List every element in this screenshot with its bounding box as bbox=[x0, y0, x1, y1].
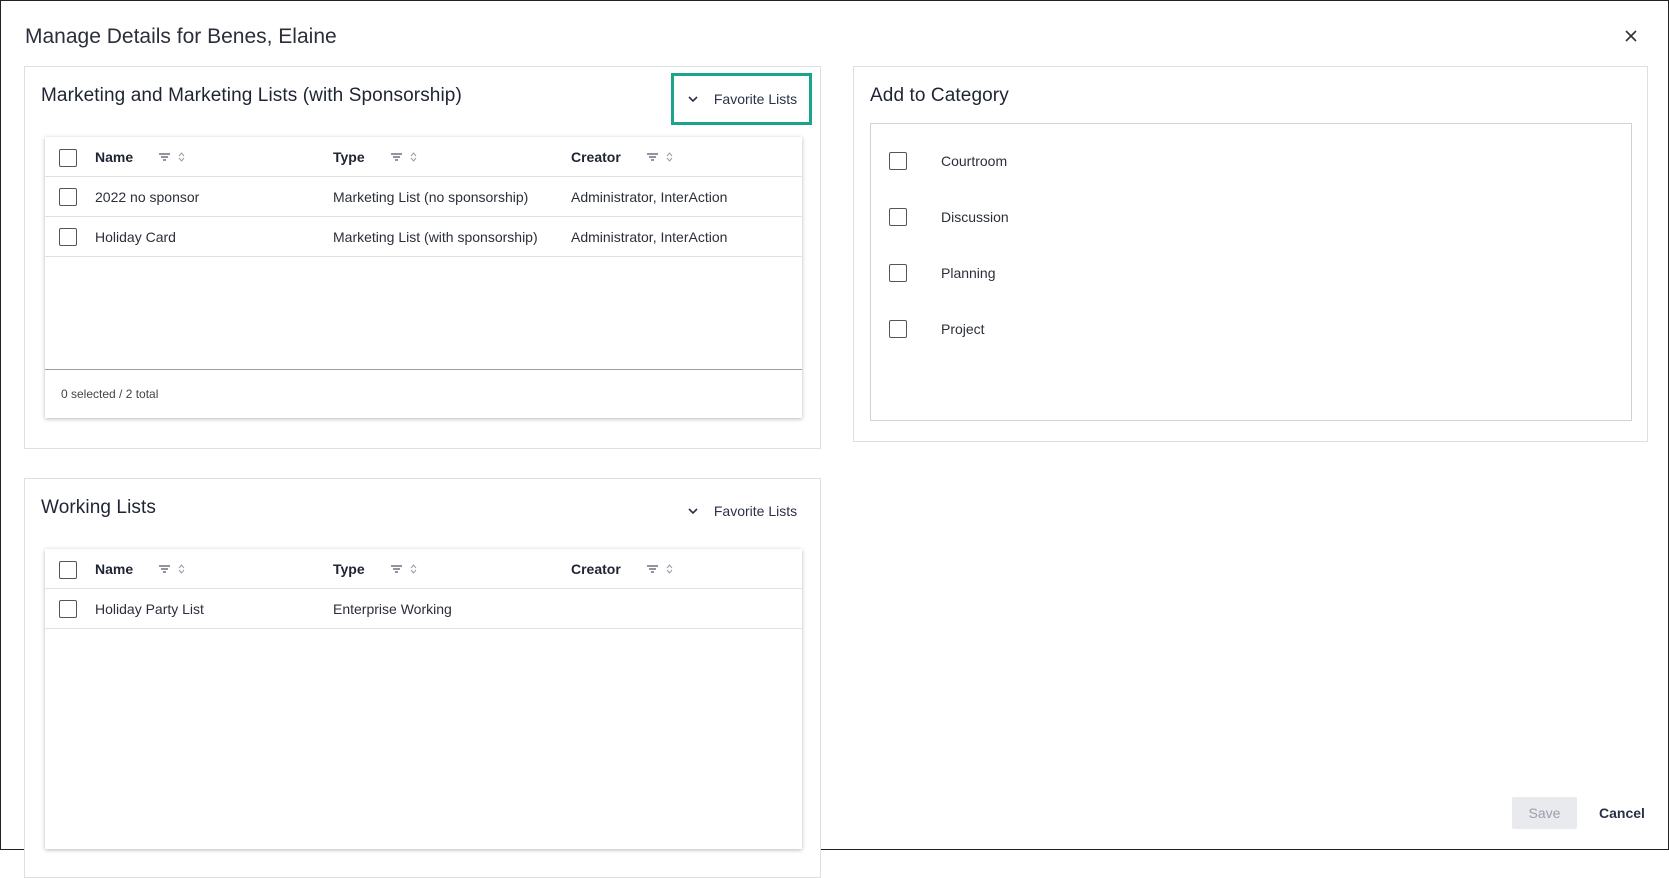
category-checkbox[interactable] bbox=[889, 264, 907, 282]
row-checkbox[interactable] bbox=[59, 228, 77, 246]
cell-type: Enterprise Working bbox=[333, 600, 452, 617]
category-checkbox[interactable] bbox=[889, 152, 907, 170]
category-checkbox[interactable] bbox=[889, 320, 907, 338]
table-row[interactable]: Holiday Card Marketing List (with sponso… bbox=[45, 217, 802, 257]
cell-creator: Administrator, InterAction bbox=[571, 188, 728, 205]
table-row[interactable]: Holiday Party List Enterprise Working bbox=[45, 589, 802, 629]
sort-icon[interactable] bbox=[666, 151, 673, 162]
marketing-grid: Name Type Creator 2022 no sponsor Market… bbox=[45, 137, 802, 418]
category-label: Planning bbox=[941, 265, 996, 281]
favorite-lists-label: Favorite Lists bbox=[713, 503, 798, 519]
cell-name: Holiday Card bbox=[95, 228, 176, 245]
category-panel: Add to Category Courtroom Discussion Pla… bbox=[853, 66, 1648, 442]
category-checkbox[interactable] bbox=[889, 208, 907, 226]
grid-header: Name Type Creator bbox=[45, 137, 802, 177]
working-favorite-lists-button[interactable]: Favorite Lists bbox=[671, 485, 812, 537]
column-header-creator[interactable]: Creator bbox=[571, 149, 621, 165]
chevron-down-icon bbox=[686, 92, 700, 106]
table-row[interactable]: 2022 no sponsor Marketing List (no spons… bbox=[45, 177, 802, 217]
working-lists-grid: Name Type Creator Holiday Party List Ent… bbox=[45, 549, 802, 849]
sort-icon[interactable] bbox=[178, 151, 185, 162]
category-item[interactable]: Planning bbox=[889, 263, 996, 283]
cell-creator: Administrator, InterAction bbox=[571, 228, 728, 245]
marketing-panel-title: Marketing and Marketing Lists (with Spon… bbox=[41, 85, 462, 106]
cancel-button[interactable]: Cancel bbox=[1593, 797, 1651, 829]
working-lists-panel-title: Working Lists bbox=[41, 497, 156, 518]
category-item[interactable]: Discussion bbox=[889, 207, 1009, 227]
category-label: Project bbox=[941, 321, 985, 337]
filter-icon[interactable] bbox=[159, 152, 171, 161]
cell-type: Marketing List (no sponsorship) bbox=[333, 188, 529, 205]
column-header-type[interactable]: Type bbox=[333, 561, 365, 577]
category-label: Courtroom bbox=[941, 153, 1008, 169]
sort-icon[interactable] bbox=[410, 151, 417, 162]
select-all-checkbox[interactable] bbox=[59, 149, 77, 167]
column-header-type[interactable]: Type bbox=[333, 149, 365, 165]
cell-type: Marketing List (with sponsorship) bbox=[333, 228, 538, 245]
filter-icon[interactable] bbox=[646, 564, 658, 573]
close-icon[interactable] bbox=[1622, 27, 1640, 45]
dialog-title: Manage Details for Benes, Elaine bbox=[25, 25, 337, 48]
column-header-creator[interactable]: Creator bbox=[571, 561, 621, 577]
chevron-down-icon bbox=[686, 504, 700, 518]
manage-details-dialog: Manage Details for Benes, Elaine Marketi… bbox=[0, 0, 1669, 878]
filter-icon[interactable] bbox=[646, 152, 658, 161]
row-checkbox[interactable] bbox=[59, 600, 77, 618]
select-all-checkbox[interactable] bbox=[59, 561, 77, 579]
filter-icon[interactable] bbox=[390, 152, 402, 161]
cell-name: Holiday Party List bbox=[95, 600, 204, 617]
category-item[interactable]: Courtroom bbox=[889, 151, 1007, 171]
marketing-favorite-lists-button[interactable]: Favorite Lists bbox=[671, 73, 812, 125]
save-button[interactable]: Save bbox=[1512, 797, 1577, 829]
working-lists-panel: Working Lists Favorite Lists Name Type C… bbox=[24, 478, 821, 878]
column-header-name[interactable]: Name bbox=[95, 149, 133, 165]
sort-icon[interactable] bbox=[178, 563, 185, 574]
favorite-lists-label: Favorite Lists bbox=[713, 91, 798, 107]
column-header-name[interactable]: Name bbox=[95, 561, 133, 577]
sort-icon[interactable] bbox=[410, 563, 417, 574]
row-checkbox[interactable] bbox=[59, 188, 77, 206]
grid-header: Name Type Creator bbox=[45, 549, 802, 589]
category-item[interactable]: Project bbox=[889, 319, 985, 339]
filter-icon[interactable] bbox=[390, 564, 402, 573]
category-panel-title: Add to Category bbox=[870, 85, 1009, 106]
sort-icon[interactable] bbox=[666, 563, 673, 574]
cell-name: 2022 no sponsor bbox=[95, 188, 200, 205]
category-label: Discussion bbox=[941, 209, 1009, 225]
category-list: Courtroom Discussion Planning Project bbox=[870, 123, 1632, 421]
grid-footer-count: 0 selected / 2 total bbox=[45, 369, 802, 418]
marketing-panel: Marketing and Marketing Lists (with Spon… bbox=[24, 66, 821, 449]
filter-icon[interactable] bbox=[159, 564, 171, 573]
